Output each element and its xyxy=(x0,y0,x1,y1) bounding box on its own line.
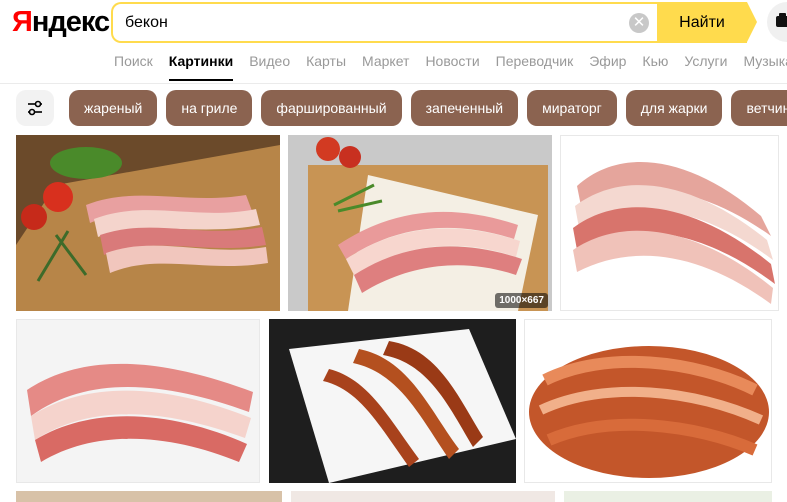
tab-translator[interactable]: Переводчик xyxy=(496,53,574,81)
bacon-paper-picture xyxy=(288,135,552,311)
tab-market[interactable]: Маркет xyxy=(362,53,409,81)
tab-search[interactable]: Поиск xyxy=(114,53,153,81)
fried-bacon-picture xyxy=(269,319,516,483)
camera-icon-body xyxy=(776,16,787,27)
image-result-partial-1[interactable] xyxy=(16,491,282,502)
chip-grilled[interactable]: на гриле xyxy=(166,90,253,126)
image-result-partial-3[interactable] xyxy=(564,491,772,502)
image-search-camera-button[interactable] xyxy=(767,2,787,42)
tab-video[interactable]: Видео xyxy=(249,53,290,81)
chip-fried[interactable]: жареный xyxy=(69,90,158,126)
tab-q[interactable]: Кью xyxy=(642,53,668,81)
search-button[interactable]: Найти xyxy=(657,2,757,43)
image-result-crispy-bacon[interactable] xyxy=(524,319,772,483)
search-input[interactable] xyxy=(125,4,625,41)
search-bar: ✕ Найти xyxy=(111,2,757,43)
bacon-strips-picture xyxy=(561,136,778,310)
image-result-bacon-board-tomatoes[interactable] xyxy=(16,135,280,311)
service-tabs: Поиск Картинки Видео Карты Маркет Новост… xyxy=(114,53,787,81)
header-divider xyxy=(0,83,787,84)
search-box: ✕ xyxy=(111,2,657,43)
chip-baked[interactable]: запеченный xyxy=(410,90,519,126)
bacon-slices-picture xyxy=(17,320,259,482)
chip-stuffed[interactable]: фаршированный xyxy=(261,90,402,126)
image-result-partial-2[interactable] xyxy=(291,491,555,502)
tab-services[interactable]: Услуги xyxy=(684,53,727,81)
chip-miratorg[interactable]: мираторг xyxy=(527,90,617,126)
clear-icon[interactable]: ✕ xyxy=(629,13,649,33)
image-result-bacon-white[interactable] xyxy=(560,135,779,311)
tab-music[interactable]: Музыка xyxy=(743,53,787,81)
bacon-board-picture xyxy=(16,135,280,311)
tab-efir[interactable]: Эфир xyxy=(589,53,626,81)
logo-rest: ндекс xyxy=(31,6,110,38)
image-result-bacon-slices-white[interactable] xyxy=(16,319,260,483)
filters-button[interactable] xyxy=(16,90,54,126)
image-result-bacon-paper-tomatoes[interactable]: 1000×667 xyxy=(288,135,552,311)
logo-first-letter: Я xyxy=(12,6,33,38)
tab-news[interactable]: Новости xyxy=(425,53,479,81)
tab-maps[interactable]: Карты xyxy=(306,53,346,81)
chip-for-frying[interactable]: для жарки xyxy=(625,90,723,126)
image-result-fried-bacon-plate[interactable] xyxy=(269,319,516,483)
sliders-icon xyxy=(28,100,42,116)
chip-ham[interactable]: ветчина xyxy=(731,90,787,126)
yandex-logo[interactable]: Яндекс xyxy=(12,3,110,41)
suggestion-chips: жареный на гриле фаршированный запеченны… xyxy=(69,90,787,126)
image-size-badge: 1000×667 xyxy=(495,293,548,308)
crispy-bacon-picture xyxy=(525,320,771,482)
tab-images[interactable]: Картинки xyxy=(168,53,234,81)
